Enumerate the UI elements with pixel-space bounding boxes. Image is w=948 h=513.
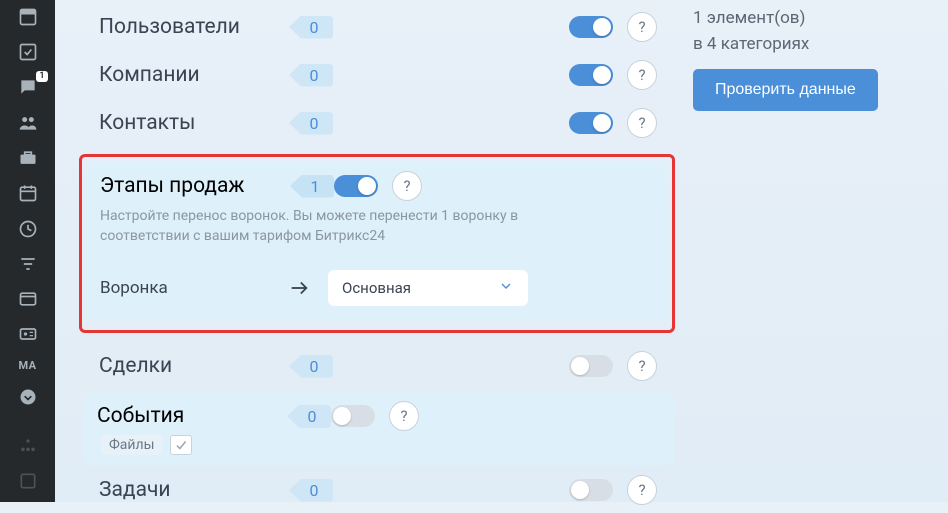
- chat-icon[interactable]: 1: [16, 77, 40, 98]
- row-label: Компании: [99, 63, 289, 87]
- toggle-tasks[interactable]: [569, 479, 613, 501]
- help-button[interactable]: ?: [627, 475, 657, 505]
- help-button[interactable]: ?: [627, 108, 657, 138]
- elements-count-line: 1 элемент(ов): [693, 6, 878, 32]
- row-companies: Компании 0 ?: [83, 52, 675, 98]
- collapse-icon[interactable]: [16, 471, 40, 492]
- help-button[interactable]: ?: [627, 351, 657, 381]
- chevron-down-icon: [498, 278, 514, 298]
- toggle-companies[interactable]: [569, 64, 613, 86]
- row-count-badge: 1: [290, 175, 334, 198]
- checkbox-icon[interactable]: [16, 41, 40, 62]
- funnel-select[interactable]: Основная: [328, 270, 528, 306]
- row-label: Сделки: [99, 354, 289, 378]
- left-rail: 1 MA: [0, 0, 55, 502]
- row-count-badge: 0: [289, 355, 333, 378]
- help-button[interactable]: ?: [389, 401, 419, 431]
- categories-count-line: в 4 категориях: [693, 32, 878, 58]
- window-icon[interactable]: [16, 289, 40, 310]
- row-label: Контакты: [99, 111, 289, 135]
- files-checkbox[interactable]: [170, 435, 192, 455]
- box-icon[interactable]: [16, 6, 40, 27]
- row-count-badge: 0: [287, 405, 331, 428]
- row-label-events[interactable]: События: [97, 404, 287, 428]
- toggle-deals[interactable]: [569, 355, 613, 377]
- main-content: Пользователи 0 ? Компании 0 ? Контакты 0…: [55, 0, 948, 502]
- side-panel: 1 элемент(ов) в 4 категориях Проверить д…: [675, 0, 878, 502]
- row-deals: Сделки 0 ?: [83, 343, 675, 389]
- id-card-icon[interactable]: [16, 324, 40, 345]
- users-icon[interactable]: [16, 112, 40, 133]
- arrow-right-icon: [288, 277, 310, 299]
- help-button[interactable]: ?: [392, 171, 422, 201]
- row-label: Пользователи: [99, 15, 289, 39]
- row-label-stages[interactable]: Этапы продаж: [100, 174, 290, 198]
- row-users: Пользователи 0 ?: [83, 4, 675, 50]
- help-button[interactable]: ?: [627, 60, 657, 90]
- check-data-button[interactable]: Проверить данные: [693, 69, 878, 111]
- funnel-label: Воронка: [100, 278, 270, 298]
- clock-icon[interactable]: [16, 218, 40, 239]
- toggle-users[interactable]: [569, 16, 613, 38]
- files-label: Файлы: [101, 435, 162, 455]
- funnel-row: Воронка Основная: [100, 270, 654, 306]
- row-count-badge: 0: [289, 64, 333, 87]
- filter-icon[interactable]: [16, 253, 40, 274]
- settings-list: Пользователи 0 ? Компании 0 ? Контакты 0…: [55, 0, 675, 502]
- row-tasks: Задачи 0 ?: [83, 467, 675, 513]
- chevron-down-circle-icon[interactable]: [16, 386, 40, 407]
- toggle-events[interactable]: [331, 405, 375, 427]
- tree-icon[interactable]: [16, 435, 40, 456]
- funnel-select-value: Основная: [342, 279, 411, 297]
- stages-description: Настройте перенос воронок. Вы можете пер…: [100, 207, 600, 246]
- chat-badge: 1: [36, 71, 47, 82]
- row-events: События 0 ? Файлы: [83, 393, 675, 465]
- row-contacts: Контакты 0 ?: [83, 100, 675, 146]
- help-button[interactable]: ?: [627, 12, 657, 42]
- row-count-badge: 0: [289, 16, 333, 39]
- row-count-badge: 0: [289, 112, 333, 135]
- toggle-stages[interactable]: [334, 175, 378, 197]
- row-label: Задачи: [99, 478, 289, 502]
- row-count-badge: 0: [289, 479, 333, 502]
- briefcase-icon[interactable]: [16, 147, 40, 168]
- calendar-icon[interactable]: [16, 183, 40, 204]
- toggle-contacts[interactable]: [569, 112, 613, 134]
- stages-highlighted-block: Этапы продаж 1 ? Настройте перенос ворон…: [79, 154, 675, 333]
- rail-ma-label[interactable]: MA: [18, 359, 36, 372]
